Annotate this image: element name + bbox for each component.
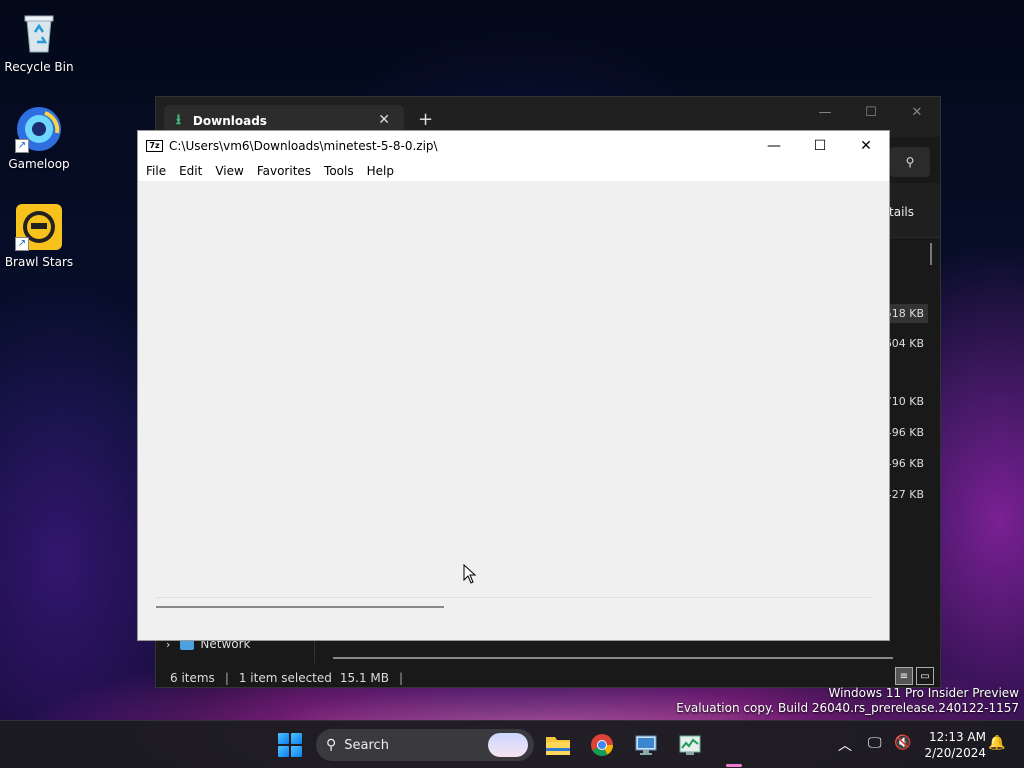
status-bar: 6 items | 1 item selected 15.1 MB | <box>170 671 413 685</box>
search-icon: ⚲ <box>326 737 337 753</box>
status-item-count: 6 items <box>170 671 215 685</box>
taskbar-search-box[interactable]: ⚲ Search <box>316 729 534 761</box>
minimize-button[interactable]: — <box>802 97 848 127</box>
explorer-window-controls: — ☐ ✕ <box>802 97 940 127</box>
active-app-icon[interactable] <box>718 729 750 761</box>
taskbar-clock[interactable]: 12:13 AM 2/20/2024 <box>920 729 986 761</box>
7zip-title-path: C:\Users\vm6\Downloads\minetest-5-8-0.zi… <box>169 139 438 153</box>
close-tab-icon[interactable]: ✕ <box>378 112 390 128</box>
desktop-icon-label: Brawl Stars <box>4 255 74 269</box>
evaluation-watermark: Windows 11 Pro Insider Preview Evaluatio… <box>676 686 1019 716</box>
menu-view[interactable]: View <box>215 164 243 178</box>
menu-help[interactable]: Help <box>367 164 394 178</box>
brawl-stars-icon: ↗ <box>15 203 63 251</box>
menu-favorites[interactable]: Favorites <box>257 164 311 178</box>
file-size-cell: 604 KB <box>884 337 924 350</box>
7zip-window-controls: — ☐ ✕ <box>751 131 889 161</box>
desktop-icon-label: Recycle Bin <box>4 60 74 74</box>
task-manager-icon[interactable] <box>674 729 706 761</box>
watermark-line-1: Windows 11 Pro Insider Preview <box>828 686 1019 700</box>
menu-file[interactable]: File <box>146 164 166 178</box>
clock-time: 12:13 AM <box>929 730 986 744</box>
new-tab-button[interactable]: + <box>418 109 433 130</box>
details-view-button[interactable]: ≡ <box>895 667 913 685</box>
explorer-vertical-scrollbar[interactable] <box>930 243 932 265</box>
windows-logo-pane <box>278 733 289 744</box>
status-selected-count: 1 item selected <box>238 671 332 685</box>
file-size-cell: 496 KB <box>884 426 924 439</box>
watermark-line-2: Evaluation copy. Build 26040.rs_prerelea… <box>676 701 1019 715</box>
explorer-horizontal-scrollbar[interactable] <box>333 657 893 659</box>
minimize-button[interactable]: — <box>751 131 797 161</box>
network-icon[interactable]: 🖵 <box>868 735 882 751</box>
shortcut-arrow-icon: ↗ <box>15 237 29 251</box>
active-app-indicator <box>726 764 742 767</box>
close-button[interactable]: ✕ <box>894 97 940 127</box>
clock-date: 2/20/2024 <box>924 746 986 760</box>
maximize-button[interactable]: ☐ <box>797 131 843 161</box>
7zip-menu-bar: File Edit View Favorites Tools Help <box>138 161 889 181</box>
desktop-icon-recycle-bin[interactable]: Recycle Bin <box>1 8 77 74</box>
shortcut-arrow-icon: ↗ <box>15 139 29 153</box>
7zip-title-bar[interactable]: 7z C:\Users\vm6\Downloads\minetest-5-8-0… <box>138 131 889 161</box>
7zip-logo-icon: 7z <box>146 140 163 152</box>
windows-logo-pane <box>291 746 302 757</box>
taskbar-search-placeholder: Search <box>344 737 389 753</box>
menu-tools[interactable]: Tools <box>324 164 354 178</box>
status-separator: | <box>224 671 229 685</box>
status-separator: | <box>399 671 404 685</box>
recycle-bin-icon <box>15 8 63 56</box>
start-button[interactable] <box>278 733 302 757</box>
windows-logo-pane <box>291 733 302 744</box>
view-toggle-group: ≡ ▭ <box>895 667 934 685</box>
file-explorer-icon[interactable] <box>542 729 574 761</box>
chevron-up-icon[interactable]: ︿ <box>838 735 852 755</box>
close-button[interactable]: ✕ <box>843 131 889 161</box>
search-icon: ⚲ <box>905 155 915 169</box>
desktop-icon-label: Gameloop <box>8 157 70 171</box>
windows-logo-pane <box>278 746 289 757</box>
search-highlight-image <box>488 733 528 757</box>
file-size-cell: 427 KB <box>884 488 924 501</box>
desktop-icon-gameloop[interactable]: ↗ Gameloop <box>1 105 77 171</box>
mouse-cursor-icon <box>463 563 477 587</box>
maximize-button[interactable]: ☐ <box>848 97 894 127</box>
remote-desktop-icon[interactable] <box>630 729 662 761</box>
tiles-view-button[interactable]: ▭ <box>916 667 934 685</box>
7zip-horizontal-scrollbar[interactable] <box>156 606 444 608</box>
menu-edit[interactable]: Edit <box>179 164 202 178</box>
volume-muted-icon[interactable]: 🔇 <box>894 735 911 751</box>
desktop-icon-brawl-stars[interactable]: ↗ Brawl Stars <box>1 203 77 269</box>
taskbar: ⚲ Search ︿ 🖵 🔇 12:13 AM 2/20/2024 🔔 <box>0 720 1024 768</box>
chrome-icon[interactable] <box>586 729 618 761</box>
file-size-cell: 710 KB <box>884 395 924 408</box>
file-size-cell: 496 KB <box>884 457 924 470</box>
explorer-search-button[interactable]: ⚲ <box>890 147 930 177</box>
7zip-scroll-track <box>156 597 872 598</box>
7zip-window[interactable]: 7z C:\Users\vm6\Downloads\minetest-5-8-0… <box>137 130 890 641</box>
status-selected-size: 15.1 MB <box>339 671 390 685</box>
explorer-tab-title: Downloads <box>192 114 267 128</box>
gameloop-icon: ↗ <box>15 105 63 153</box>
notification-bell-icon[interactable]: 🔔 <box>988 735 1005 751</box>
